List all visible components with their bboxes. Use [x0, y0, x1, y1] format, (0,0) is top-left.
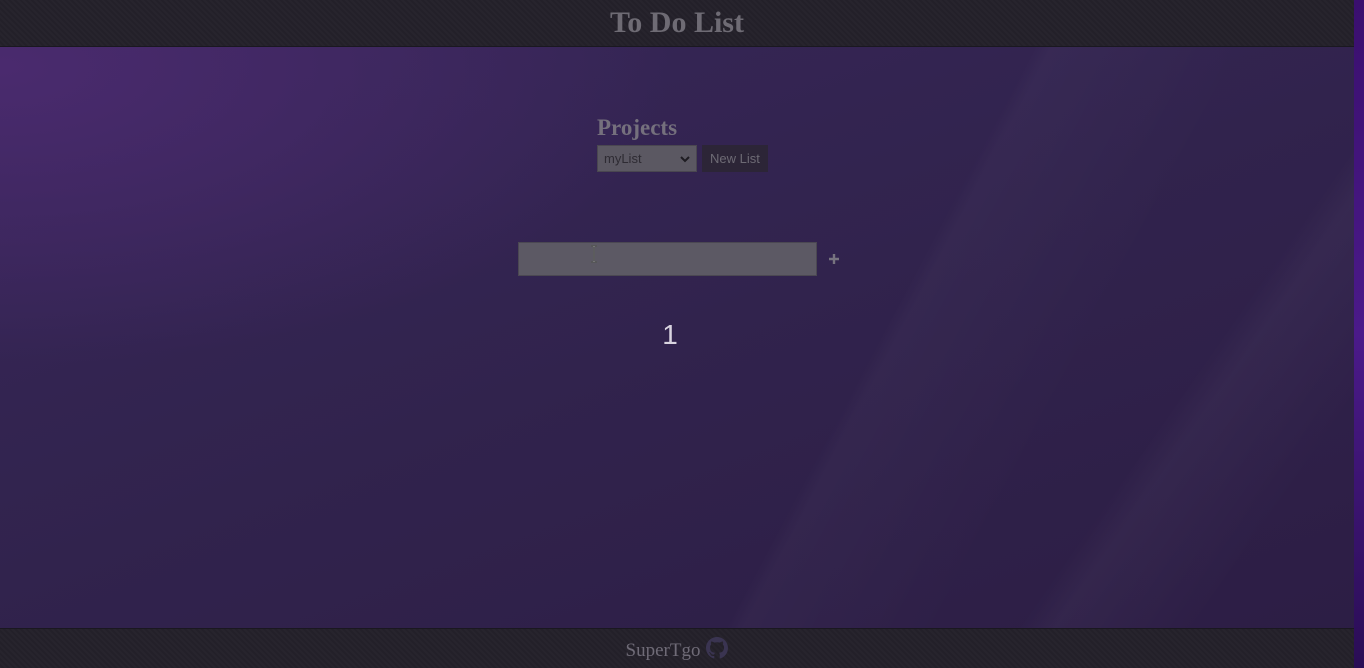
task-entry-row — [518, 242, 841, 276]
project-select[interactable]: myList — [597, 145, 697, 172]
plus-icon — [829, 254, 839, 264]
chevron-down-icon — [680, 155, 690, 162]
projects-panel: Projects myList New List — [597, 114, 768, 172]
window-edge — [1354, 0, 1364, 668]
task-input[interactable] — [518, 242, 817, 276]
projects-controls: myList New List — [597, 145, 768, 172]
app-header: To Do List — [0, 0, 1354, 47]
projects-heading: Projects — [597, 115, 678, 140]
author-name: SuperTgo — [625, 640, 701, 661]
github-icon[interactable] — [706, 637, 729, 659]
app-footer: SuperTgo — [0, 628, 1354, 668]
task-count: 1 — [662, 319, 678, 350]
project-select-value: myList — [604, 151, 642, 166]
text-cursor-icon — [591, 245, 597, 263]
add-task-button[interactable] — [827, 252, 841, 266]
page-title: To Do List — [610, 6, 744, 39]
new-list-button[interactable]: New List — [702, 145, 768, 172]
